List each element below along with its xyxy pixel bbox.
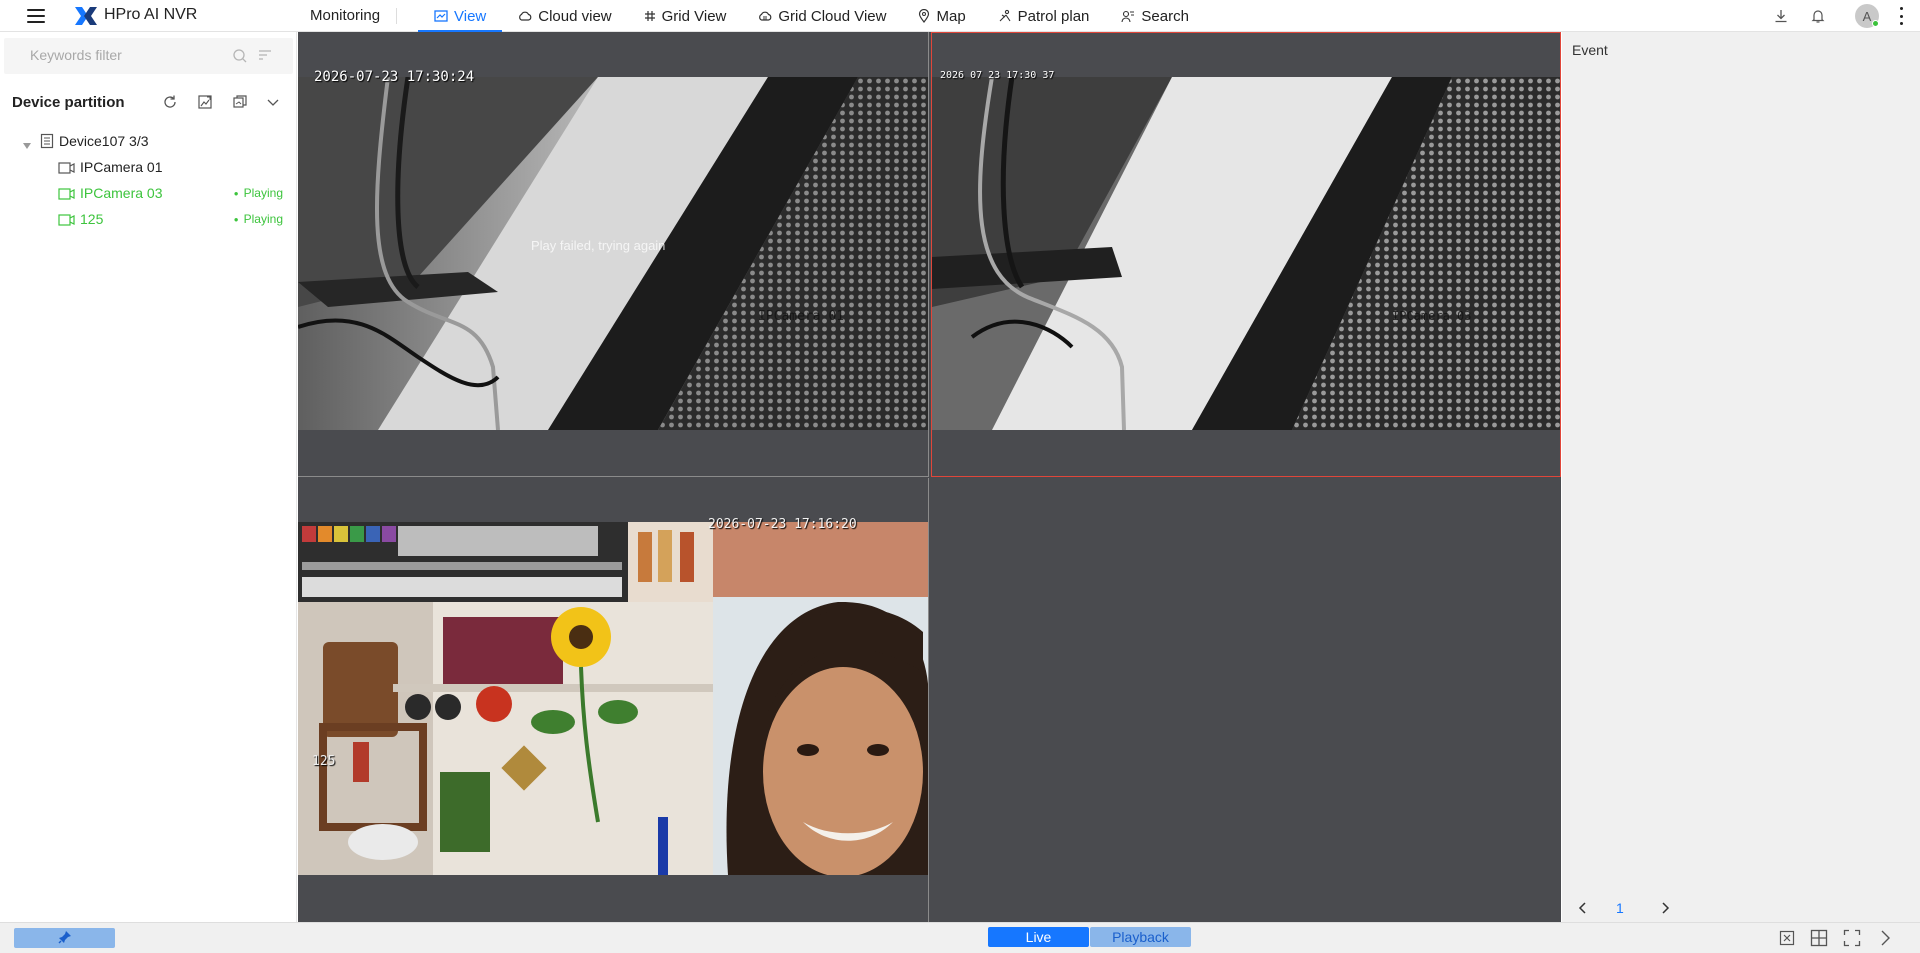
event-title: Event xyxy=(1572,42,1608,58)
tree-device-row[interactable]: Device107 3/3 xyxy=(0,128,297,154)
more-options-icon[interactable] xyxy=(1900,7,1904,25)
video-cell-3[interactable]: 2026-07-23 17:16:20 125 xyxy=(298,478,929,922)
current-page[interactable]: 1 xyxy=(1616,900,1624,916)
caret-expanded-icon[interactable] xyxy=(22,137,32,153)
cloud-icon xyxy=(518,10,532,22)
device-icon xyxy=(40,133,54,152)
grid-hash-icon xyxy=(644,10,656,22)
close-all-icon[interactable] xyxy=(1777,928,1797,948)
tab-label: Grid Cloud View xyxy=(778,7,887,25)
live-button[interactable]: Live xyxy=(988,927,1089,947)
camera-icon xyxy=(58,213,75,229)
playback-button[interactable]: Playback xyxy=(1090,927,1191,947)
device-sidebar: Device partition Device107 3/3 IPCamera … xyxy=(0,32,297,922)
playing-status: Playing xyxy=(234,186,283,200)
camera-name-osd: IPCamera 01 xyxy=(758,309,845,324)
view-tabs: View Cloud view Grid View Grid Cloud Vie… xyxy=(418,0,1205,32)
playing-status: Playing xyxy=(234,212,283,226)
camera-feed xyxy=(298,77,928,430)
keywords-filter-input[interactable] xyxy=(30,47,230,63)
next-page-icon[interactable] xyxy=(1658,898,1672,921)
event-panel: Event 1 xyxy=(1562,32,1920,922)
bottom-bar: Live Playback xyxy=(0,922,1920,953)
patrol-icon xyxy=(998,9,1012,23)
timestamp-osd: 2026 07 23 17:30 37 xyxy=(940,70,1055,81)
tab-view[interactable]: View xyxy=(418,0,503,32)
timestamp-osd: 2026-07-23 17:30:24 xyxy=(314,69,475,85)
video-grid: 2026-07-23 17:30:24 Play failed, trying … xyxy=(298,32,1561,922)
chevron-right-icon[interactable] xyxy=(1875,928,1895,948)
pin-button[interactable] xyxy=(14,928,115,948)
search-box xyxy=(4,38,293,74)
camera-label: 125 xyxy=(80,211,104,227)
camera-feed xyxy=(932,77,1560,430)
camera-label: IPCamera 01 xyxy=(80,159,163,175)
tree-camera-row[interactable]: IPCamera 01 xyxy=(0,154,297,180)
play-failed-message: Play failed, trying again xyxy=(531,238,666,253)
nav-divider xyxy=(396,8,397,24)
timestamp-osd: 2026-07-23 17:16:20 xyxy=(708,517,857,532)
camera-label: IPCamera 03 xyxy=(80,185,163,201)
tree-camera-row[interactable]: IPCamera 03 Playing xyxy=(0,180,297,206)
map-pin-icon xyxy=(918,9,930,23)
tab-search[interactable]: Search xyxy=(1105,0,1205,32)
tab-grid-cloud-view[interactable]: Grid Cloud View xyxy=(742,0,902,32)
pin-icon xyxy=(58,930,72,947)
hamburger-menu-icon[interactable] xyxy=(27,7,45,25)
chevron-down-icon[interactable] xyxy=(266,94,280,113)
grid-layout-icon[interactable] xyxy=(1809,928,1829,948)
tab-label: Cloud view xyxy=(538,7,612,25)
prev-page-icon[interactable] xyxy=(1576,898,1590,921)
partition-title: Device partition xyxy=(12,94,125,111)
camera-name-osd: IPCamera 03 xyxy=(1392,309,1472,323)
search-person-icon xyxy=(1121,10,1135,23)
camera-icon xyxy=(58,161,75,177)
tab-cloud-view[interactable]: Cloud view xyxy=(502,0,627,32)
device-label: Device107 3/3 xyxy=(59,133,149,149)
download-icon[interactable] xyxy=(1771,6,1791,26)
camera-icon xyxy=(58,187,75,203)
video-cell-2-selected[interactable]: 2026 07 23 17:30 37 IPCamera 03 xyxy=(931,32,1561,477)
refresh-icon[interactable] xyxy=(162,94,178,113)
top-bar: HPro AI NVR Monitoring View Cloud view G… xyxy=(0,0,1920,32)
tab-label: Grid View xyxy=(661,7,727,25)
tab-patrol-plan[interactable]: Patrol plan xyxy=(982,0,1106,32)
tab-label: Map xyxy=(936,7,966,25)
tab-label: Patrol plan xyxy=(1017,7,1090,25)
tree-camera-row[interactable]: 125 Playing xyxy=(0,206,297,232)
video-cell-1[interactable]: 2026-07-23 17:30:24 Play failed, trying … xyxy=(298,32,929,477)
sort-filter-icon[interactable] xyxy=(258,48,272,65)
fullscreen-icon[interactable] xyxy=(1842,928,1862,948)
layout-save-icon[interactable] xyxy=(232,94,248,113)
camera-name-osd: 125 xyxy=(312,754,336,769)
tab-grid-view[interactable]: Grid View xyxy=(628,0,743,32)
tab-label: Search xyxy=(1141,7,1189,25)
search-icon[interactable] xyxy=(232,48,248,67)
image-edit-icon[interactable] xyxy=(197,94,213,113)
online-status-dot xyxy=(1872,20,1879,27)
view-icon xyxy=(434,9,448,23)
grid-cloud-icon xyxy=(758,10,772,22)
bell-icon[interactable] xyxy=(1808,6,1828,26)
video-cell-4-empty[interactable] xyxy=(931,478,1561,922)
device-tree: Device107 3/3 IPCamera 01 IPCamera 03 Pl… xyxy=(0,128,297,232)
nav-monitoring[interactable]: Monitoring xyxy=(310,7,380,24)
camera-feed xyxy=(298,522,928,875)
tab-map[interactable]: Map xyxy=(902,0,981,32)
app-logo-icon xyxy=(75,7,97,25)
app-title: HPro AI NVR xyxy=(104,6,198,23)
tab-label: View xyxy=(454,7,487,25)
live-playback-switch: Live Playback xyxy=(988,927,1191,947)
